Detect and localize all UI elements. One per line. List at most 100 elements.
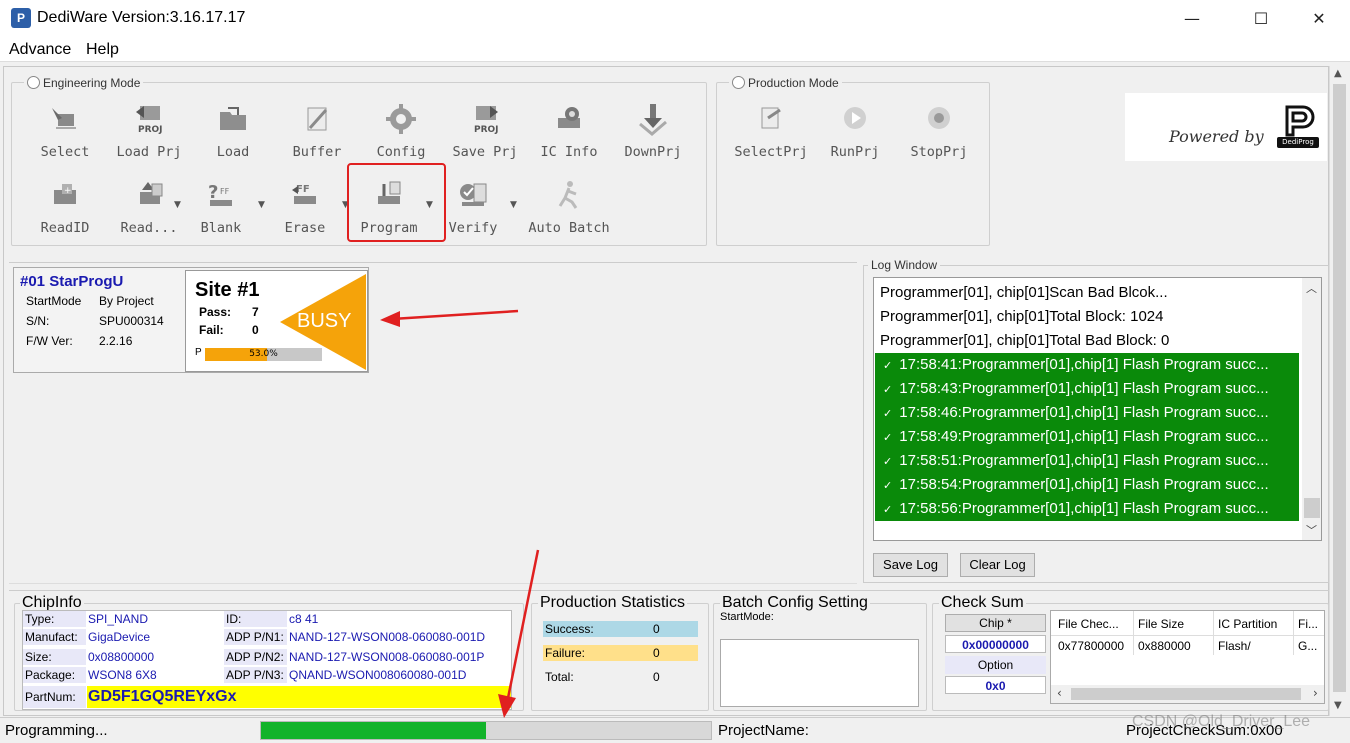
program-highlight-box [347,163,446,242]
log-line: ✓ 17:58:54:Programmer[01],chip[1] Flash … [875,473,1299,497]
config-button[interactable]: Config [360,98,442,164]
auto-batch-runner-icon [558,181,578,209]
log-line: ✓ 17:58:43:Programmer[01],chip[1] Flash … [875,377,1299,401]
engineering-mode-radio[interactable]: Engineering Mode [24,76,144,90]
startmode-label: StartMode [26,294,82,308]
col-ic-partition[interactable]: IC Partition [1218,617,1294,631]
fail-value: 0 [252,323,259,337]
gear-icon [386,104,416,134]
manufacturer-label: Manufact: [23,629,86,645]
cell-file-size: 0x880000 [1138,639,1191,653]
adp-pn3-value: QNAND-WSON008060080-001D [289,668,467,682]
log-list[interactable]: Programmer[01], chip[01]Scan Bad Blcok..… [873,277,1322,541]
check-icon: ✓ [883,456,896,468]
erase-icon: FF [292,184,316,204]
log-scrollbar[interactable]: ︿ ﹀ [1302,278,1321,540]
log-line-text: 17:58:43:Programmer[01],chip[1] Flash Pr… [899,380,1269,397]
log-line: Programmer[01], chip[01]Total Block: 102… [875,305,1299,329]
menu-bar: Advance Help [0,38,1350,62]
chevron-right-icon: › [1313,686,1318,700]
downprj-button[interactable]: DownPrj [612,98,694,164]
load-button[interactable]: Load [192,98,274,164]
close-button[interactable]: ✕ [1296,4,1342,34]
log-scroll-thumb[interactable] [1304,498,1320,518]
adp-pn1-value: NAND-127-WSON008-060080-001D [289,630,486,644]
buffer-edit-icon [307,107,328,131]
log-line: ✓ 17:58:41:Programmer[01],chip[1] Flash … [875,353,1299,377]
total-row: Total: 0 [543,669,698,685]
red-arrow-busy [380,309,519,327]
selectprj-button[interactable]: SelectPrj [730,98,812,164]
verify-dropdown-icon[interactable]: ▼ [510,200,520,210]
load-prj-button[interactable]: PROJ Load Prj [108,98,190,164]
col-fi[interactable]: Fi... [1298,617,1324,631]
scroll-thumb[interactable] [1333,84,1346,692]
chevron-down-icon: ﹀ [1306,524,1317,537]
erase-button[interactable]: FF Erase [264,174,346,240]
sn-value: SPU000314 [99,314,164,328]
site-title: Site #1 [195,279,260,301]
save-log-button[interactable]: Save Log [873,553,948,577]
adp-pn2-label: ADP P/N2: [224,649,287,665]
menu-help[interactable]: Help [86,41,119,59]
log-line: Programmer[01], chip[01]Scan Bad Blcok..… [875,281,1299,305]
cell-ic-partition: Flash/ [1218,639,1251,653]
maximize-button[interactable]: ☐ [1238,4,1284,34]
chevron-up-icon: ︿ [1306,282,1317,295]
blank-check-icon: ? FF [208,182,232,206]
log-lines: Programmer[01], chip[01]Scan Bad Blcok..… [875,279,1299,539]
download-project-icon [639,104,667,136]
blank-button[interactable]: ? FF Blank [180,174,262,240]
title-bar: P DediWare Version:3.16.17.17 — ☐ ✕ [0,0,1350,38]
read-chip-icon [140,182,163,204]
minimize-button[interactable]: — [1169,4,1215,34]
ic-info-icon [558,107,580,128]
status-text: Programming... [5,722,108,739]
svg-text:?: ? [208,182,218,203]
branding-panel: Powered by DediProg [1125,93,1327,161]
production-mode-radio[interactable]: Production Mode [729,76,842,90]
main-scrollbar[interactable]: ▲ ▼ [1329,66,1349,716]
project-name-label: ProjectName: [718,722,809,739]
svg-text:PROJ: PROJ [138,125,163,135]
size-value: 0x08800000 [88,650,155,664]
log-line-text: 17:58:51:Programmer[01],chip[1] Flash Pr… [899,452,1269,469]
buffer-button[interactable]: Buffer [276,98,358,164]
svg-text:PROJ: PROJ [474,125,499,135]
runprj-button[interactable]: RunPrj [814,98,896,164]
id-value: c8 41 [289,612,319,626]
checksum-hscrollbar[interactable]: ‹ › [1051,685,1324,703]
check-icon: ✓ [883,504,896,516]
batch-config-box[interactable] [720,639,919,707]
stopprj-button[interactable]: StopPrj [898,98,980,164]
log-line-text: 17:58:49:Programmer[01],chip[1] Flash Pr… [899,428,1269,445]
select-button[interactable]: Select [24,98,106,164]
log-line: ✓ 17:58:51:Programmer[01],chip[1] Flash … [875,449,1299,473]
programmer-name: #01 StarProgU [20,273,124,290]
log-line-text: Programmer[01], chip[01]Scan Bad Blcok..… [880,284,1168,301]
readid-button[interactable]: + ReadID [24,174,106,240]
checksum-table[interactable]: File Chec... File Size IC Partition Fi..… [1050,610,1325,704]
sn-label: S/N: [26,314,50,328]
col-file-size[interactable]: File Size [1138,617,1214,631]
clear-log-button[interactable]: Clear Log [960,553,1035,577]
auto-batch-button[interactable]: Auto Batch [528,174,610,240]
red-arrow-status [498,549,540,718]
pass-value: 7 [252,305,259,319]
log-line: Programmer[01], chip[01]Total Bad Block:… [875,329,1299,353]
log-line: ✓ 17:58:49:Programmer[01],chip[1] Flash … [875,425,1299,449]
option-checksum-label[interactable]: Option [945,656,1046,674]
chip-checksum-value: 0x00000000 [945,635,1046,653]
scroll-up-icon: ▲ [1334,68,1342,79]
select-chip-icon [52,108,76,129]
chip-checksum-button[interactable]: Chip * [945,614,1046,632]
log-line: ✓ 17:58:56:Programmer[01],chip[1] Flash … [875,497,1299,521]
checksum-scroll-thumb[interactable] [1071,688,1301,700]
size-label: Size: [23,649,86,665]
menu-advance[interactable]: Advance [9,41,71,59]
powered-by-text: Powered by [1169,127,1264,146]
col-file-checksum[interactable]: File Chec... [1058,617,1134,631]
ic-info-button[interactable]: IC Info [528,98,610,164]
save-prj-button[interactable]: PROJ Save Prj [444,98,526,164]
total-label: Total: [545,670,574,684]
